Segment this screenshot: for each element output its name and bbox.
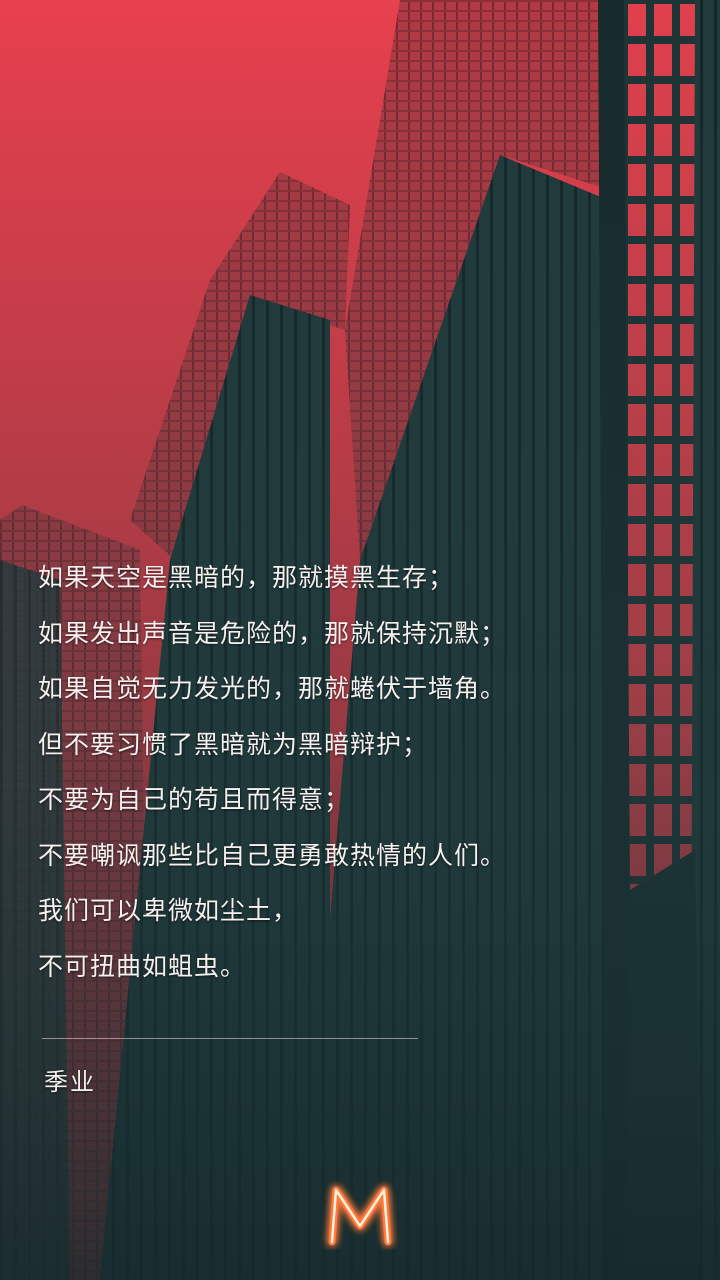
poem-line-3: 如果自觉无力发光的，那就蜷伏于墙角。: [38, 674, 507, 703]
poem: 如果天空是黑暗的，那就摸黑生存； 如果发出声音是危险的，那就保持沉默； 如果自觉…: [38, 556, 638, 1000]
poem-line-7: 我们可以卑微如尘土，: [38, 896, 299, 925]
neon-m-logo-icon: [328, 1186, 392, 1246]
poem-line-1: 如果天空是黑暗的，那就摸黑生存；: [38, 563, 455, 592]
poem-line-2: 如果发出声音是危险的，那就保持沉默；: [38, 618, 507, 648]
poem-line-8: 不可扭曲如蛆虫。: [38, 951, 247, 981]
poem-author: 季业: [44, 1068, 96, 1096]
poem-line-4: 但不要习惯了黑暗就为黑暗辩护；: [38, 729, 429, 759]
poem-line-6: 不要嘲讽那些比自己更勇敢热情的人们。: [38, 840, 507, 870]
divider-line: [42, 1038, 418, 1039]
poster: 如果天空是黑暗的，那就摸黑生存； 如果发出声音是危险的，那就保持沉默； 如果自觉…: [0, 0, 720, 1280]
poem-line-5: 不要为自己的苟且而得意；: [38, 785, 351, 814]
